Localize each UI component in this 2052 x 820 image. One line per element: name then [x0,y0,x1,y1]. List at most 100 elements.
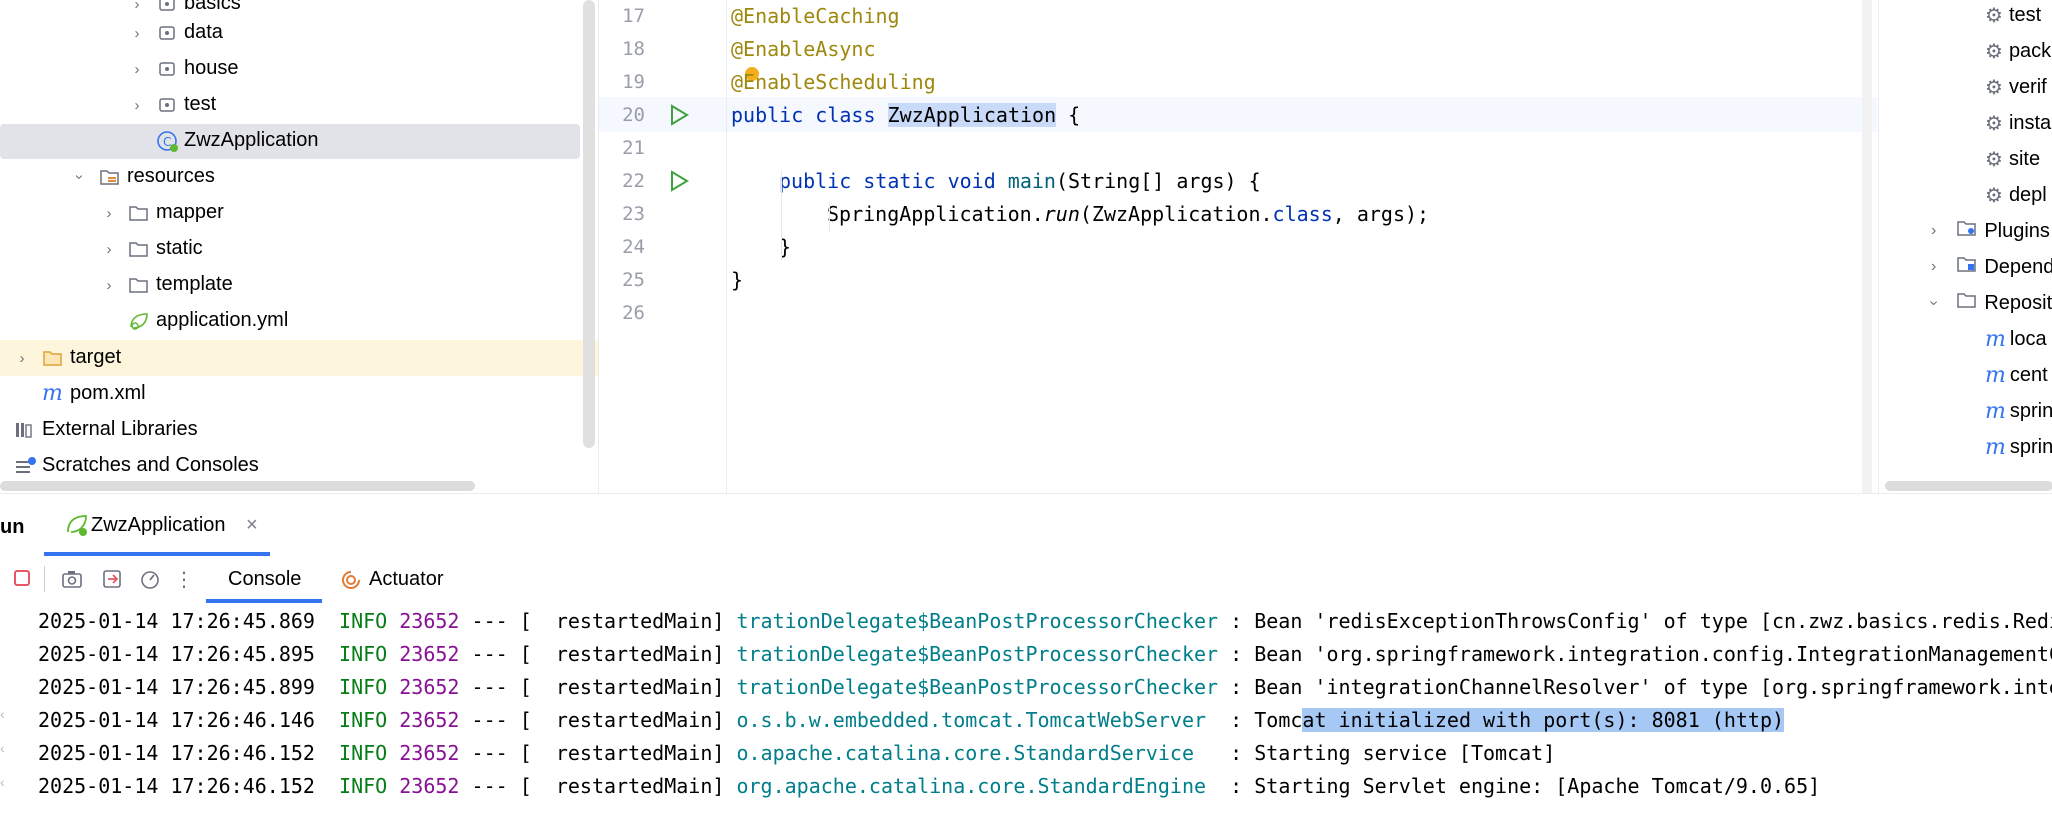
log-line: 2025-01-14 17:26:45.869 INFO 23652 --- [… [38,609,2052,633]
fold-marker: ‹ [0,740,5,756]
maven-repo-spring[interactable]: m sprin [1985,393,2052,429]
log-message: : Bean 'redisExceptionThrowsConfig' of t… [1230,609,2052,633]
chevron-right-icon[interactable]: › [102,241,116,258]
maven-lifecycle-test[interactable]: ⚙ test [1985,0,2041,33]
log-logger[interactable]: trationDelegate$BeanPostProcessorChecker [736,609,1218,633]
gear-icon: ⚙ [1985,184,2003,207]
run-tool-window: un ZwzApplication × ⋮ Console Actuator ‹… [0,493,2052,820]
maven-lifecycle-install[interactable]: ⚙ insta [1985,105,2051,141]
log-level: INFO [339,741,388,765]
chevron-right-icon[interactable]: › [15,350,29,367]
chevron-down-icon[interactable]: › [72,170,89,184]
package-icon [158,0,176,13]
tree-item-label: static [156,237,203,259]
tree-item-pom-xml[interactable]: m pom.xml [0,376,580,412]
log-message: : Tomc [1218,708,1303,732]
chevron-down-icon[interactable]: › [1925,300,1943,305]
tree-item-label: mapper [156,201,224,223]
chevron-right-icon[interactable]: › [1931,222,1936,240]
tree-item-external-libraries[interactable]: External Libraries [0,412,580,448]
tree-item-mapper[interactable]: › mapper [0,195,580,231]
method-name: main [1007,169,1056,193]
tab-label: Actuator [369,568,444,590]
chevron-right-icon[interactable]: › [1931,258,1936,276]
tab-console[interactable]: Console [206,556,322,603]
run-header: un ZwzApplication × [0,494,2052,556]
log-logger[interactable]: trationDelegate$BeanPostProcessorChecker [736,675,1218,699]
gear-icon: ⚙ [1985,40,2003,63]
editor-vertical-scrollbar[interactable] [1862,0,1872,493]
package-icon [158,24,176,42]
maven-remote-icon: m [1985,398,2006,424]
fold-marker: ‹ [0,774,5,790]
profiler-icon[interactable] [138,567,162,591]
maven-lifecycle-site[interactable]: ⚙ site [1985,141,2040,177]
code-line: public class ZwzApplication { [731,103,1080,127]
line-number: 19 [622,71,645,93]
chevron-right-icon[interactable]: › [130,0,144,13]
tree-item-resources[interactable]: › resources [0,159,580,195]
maven-dependencies[interactable]: › Depend [1931,249,2052,285]
maven-repo-local[interactable]: m loca [1985,321,2047,357]
tree-item-label: basics [184,0,241,14]
tree-item-template[interactable]: › template [0,267,580,303]
tree-item-application-yml[interactable]: application.yml [0,303,580,339]
log-thread: restartedMain] [531,675,725,699]
package-icon [158,96,176,114]
maven-horizontal-scrollbar[interactable] [1885,481,2052,491]
maven-panel: ⚙ test ⚙ pack ⚙ verif ⚙ insta ⚙ site ⚙ depl › P… [1878,0,2052,493]
tree-item-data[interactable]: › data [0,15,580,51]
camera-icon[interactable] [60,567,84,591]
maven-plugins[interactable]: › Plugins [1931,213,2050,249]
code-text: (String[] args) { [1055,169,1261,193]
tree-horizontal-scrollbar[interactable] [0,481,475,491]
maven-lifecycle-package[interactable]: ⚙ pack [1985,33,2051,69]
maven-item-label: site [2008,147,2041,170]
code-editor[interactable]: 17 18 19 20 21 22 23 24 25 26 @EnableCac… [598,0,1879,493]
maven-lifecycle-verify[interactable]: ⚙ verif [1985,69,2047,105]
chevron-right-icon[interactable]: › [102,277,116,294]
log-logger[interactable]: o.apache.catalina.core.StandardService [736,741,1194,765]
run-config-tab[interactable]: ZwzApplication × [44,494,270,556]
maven-repo-central[interactable]: m cent [1985,357,2048,393]
restore-layout-icon[interactable] [100,567,124,591]
run-gutter-icon[interactable] [669,104,689,131]
log-thread: restartedMain] [531,774,725,798]
tab-actuator[interactable]: Actuator [334,556,464,603]
repositories-folder-icon [1956,290,1978,316]
tree-item-label: target [70,346,122,368]
chevron-right-icon[interactable]: › [130,61,144,78]
run-gutter-icon[interactable] [669,170,689,197]
chevron-right-icon[interactable]: › [102,205,116,222]
maven-repositories[interactable]: › Reposit [1926,285,2052,321]
code-text: SpringApplication. [827,202,1044,226]
tree-item-house[interactable]: › house [0,51,580,87]
close-icon[interactable]: × [246,514,258,537]
chevron-right-icon[interactable]: › [130,25,144,42]
tree-item-test[interactable]: › test [0,87,580,123]
tree-item-scratches[interactable]: Scratches and Consoles [0,448,580,484]
tree-item-target[interactable]: › target [0,340,580,376]
maven-icon: m [1985,326,2006,352]
line-number: 20 [622,104,645,126]
console-output[interactable]: ‹ ‹ ‹ 2025-01-14 17:26:45.869 INFO 23652… [0,603,2052,820]
log-date: 2025-01-14 17:26:45.895 [38,642,315,666]
tree-item-zwzapplication[interactable]: C ZwzApplication [0,123,580,159]
maven-repo-spring-2[interactable]: m sprin [1985,429,2052,465]
tree-item-label: application.yml [156,309,289,331]
tree-item-label: External Libraries [42,418,198,440]
maven-item-label: cent [2009,363,2048,386]
log-logger[interactable]: o.s.b.w.embedded.tomcat.TomcatWebServer [736,708,1206,732]
stop-icon[interactable] [12,568,32,588]
tree-item-static[interactable]: › static [0,231,580,267]
tree-vertical-scrollbar[interactable] [583,0,595,448]
log-logger[interactable]: org.apache.catalina.core.StandardEngine [736,774,1206,798]
more-options-icon[interactable]: ⋮ [174,567,194,591]
code-line: @EnableScheduling [731,70,936,94]
indent-guide [781,170,782,260]
chevron-right-icon[interactable]: › [130,97,144,114]
line-number: 18 [622,38,645,60]
maven-lifecycle-deploy[interactable]: ⚙ depl [1985,177,2047,213]
log-logger[interactable]: trationDelegate$BeanPostProcessorChecker [736,642,1218,666]
method-call: run [1043,202,1080,226]
